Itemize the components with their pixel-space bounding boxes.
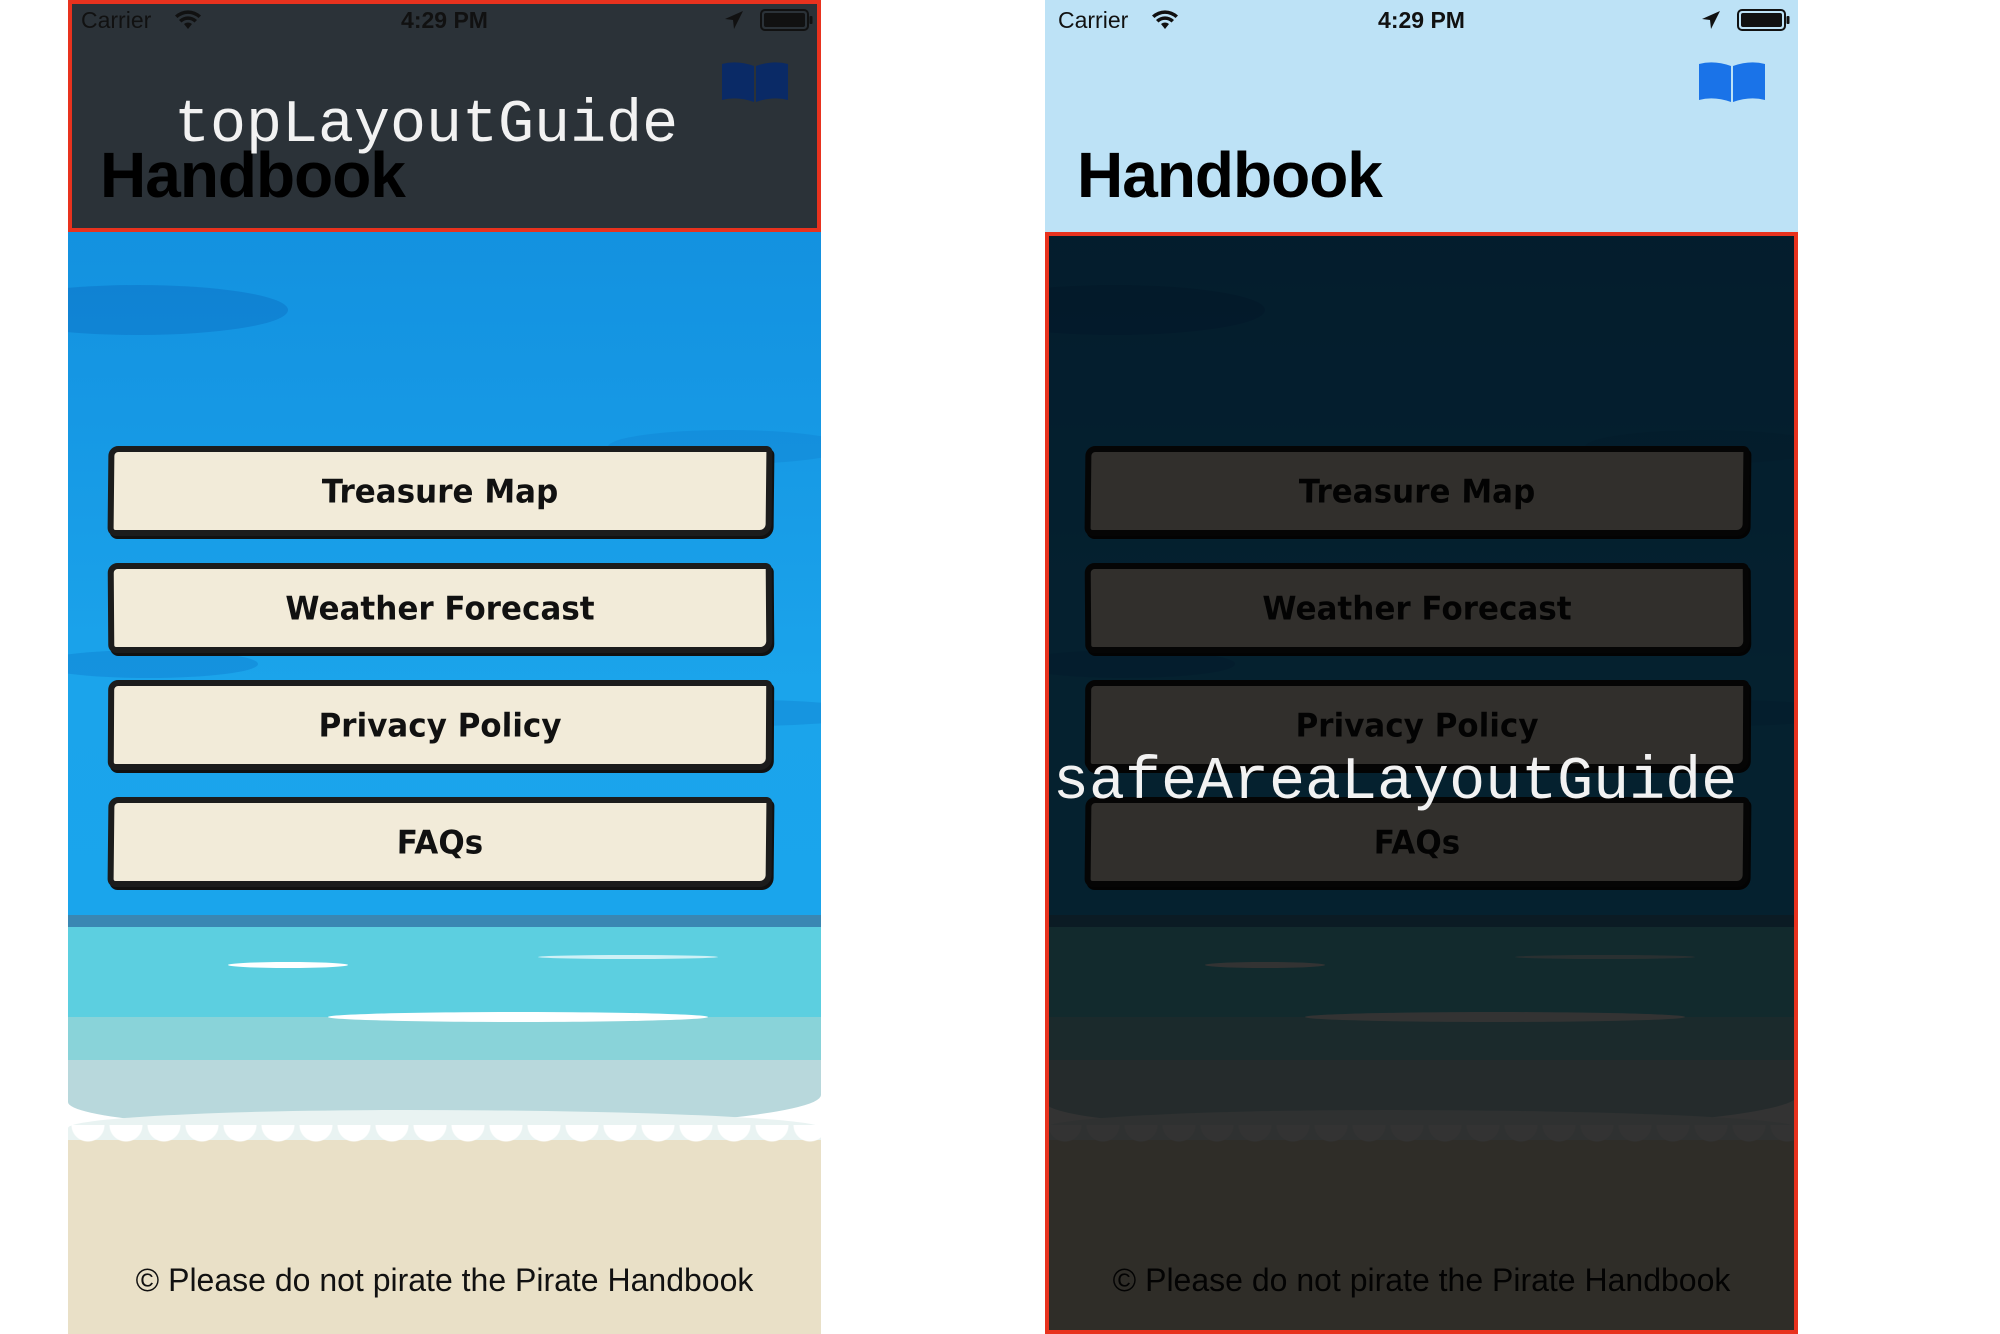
phone-screen-top-layout-guide: Carrier 4:29 PM Handbook Treasure Map We… [68, 0, 821, 1334]
faqs-button[interactable]: FAQs [107, 797, 773, 887]
treasure-map-button[interactable]: Treasure Map [107, 446, 773, 536]
button-label: Weather Forecast [285, 590, 595, 628]
navigation-bar: Carrier 4:29 PM Handbook [1045, 0, 1798, 232]
battery-icon [1737, 9, 1790, 31]
footer-text: © Please do not pirate the Pirate Handbo… [135, 1262, 754, 1298]
sand [68, 1140, 821, 1334]
book-icon[interactable] [1696, 58, 1768, 106]
button-label: FAQs [396, 824, 484, 862]
button-label: Treasure Map [321, 473, 559, 511]
status-bar: Carrier 4:29 PM [1045, 0, 1798, 40]
weather-forecast-button[interactable]: Weather Forecast [107, 563, 773, 653]
safe-area-layout-guide-label: safeAreaLayoutGuide [1053, 749, 1738, 817]
privacy-policy-button[interactable]: Privacy Policy [107, 680, 773, 770]
status-time: 4:29 PM [1378, 7, 1465, 33]
page-title: Handbook [1077, 139, 1383, 211]
phone-screen-safe-area: Carrier 4:29 PM Handbook Treasure Map We… [1045, 0, 1798, 1334]
button-label: Privacy Policy [318, 707, 562, 745]
menu-list: Treasure Map Weather Forecast Privacy Po… [107, 446, 778, 914]
location-arrow-icon [1702, 11, 1720, 29]
top-layout-guide-label: topLayoutGuide [174, 92, 679, 160]
